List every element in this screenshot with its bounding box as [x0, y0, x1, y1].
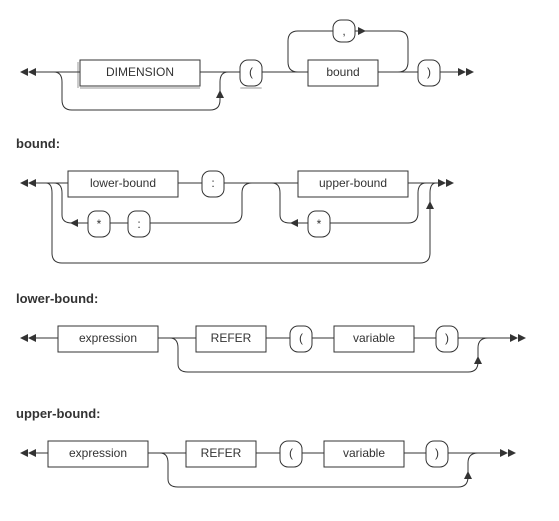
upper-bound-diagram: expression REFER ( variable ) [10, 425, 549, 505]
svg-text:bound: bound [326, 65, 359, 79]
bound-heading: bound: [16, 136, 549, 151]
bound-label: bound [326, 65, 359, 79]
svg-text:lower-bound: lower-bound [90, 176, 156, 190]
start-arrow [20, 68, 28, 76]
dimension-diagram: DIMENSION ( bound , ) [10, 10, 549, 120]
svg-text:*: * [317, 217, 322, 231]
end-arrow [458, 68, 466, 76]
svg-text::: : [137, 217, 140, 231]
svg-text:expression: expression [69, 446, 127, 460]
lower-bound-diagram: expression REFER ( variable ) [10, 310, 549, 390]
svg-text:variable: variable [353, 331, 395, 345]
svg-text:REFER: REFER [211, 331, 252, 345]
svg-text:upper-bound: upper-bound [319, 176, 387, 190]
svg-text:REFER: REFER [201, 446, 242, 460]
comma-label: , [342, 24, 345, 38]
upper-bound-heading: upper-bound: [16, 406, 549, 421]
start-arrow2 [28, 68, 36, 76]
svg-text:): ) [445, 331, 449, 345]
lower-bound-heading: lower-bound: [16, 291, 549, 306]
svg-text:(: ( [299, 331, 303, 345]
svg-text:): ) [435, 446, 439, 460]
svg-text:,: , [342, 24, 345, 38]
svg-text:(: ( [249, 65, 253, 79]
svg-text:variable: variable [343, 446, 385, 460]
dimension-label: DIMENSION [106, 65, 174, 79]
svg-text:expression: expression [79, 331, 137, 345]
svg-text::: : [211, 176, 214, 190]
svg-text:*: * [97, 217, 102, 231]
open-paren-label: ( [249, 65, 253, 79]
bound-diagram: lower-bound : upper-bound * : * [10, 155, 549, 275]
svg-text:DIMENSION: DIMENSION [106, 65, 174, 79]
close-paren-label: ) [427, 65, 431, 79]
svg-text:(: ( [289, 446, 293, 460]
svg-text:): ) [427, 65, 431, 79]
end-arrow2 [466, 68, 474, 76]
